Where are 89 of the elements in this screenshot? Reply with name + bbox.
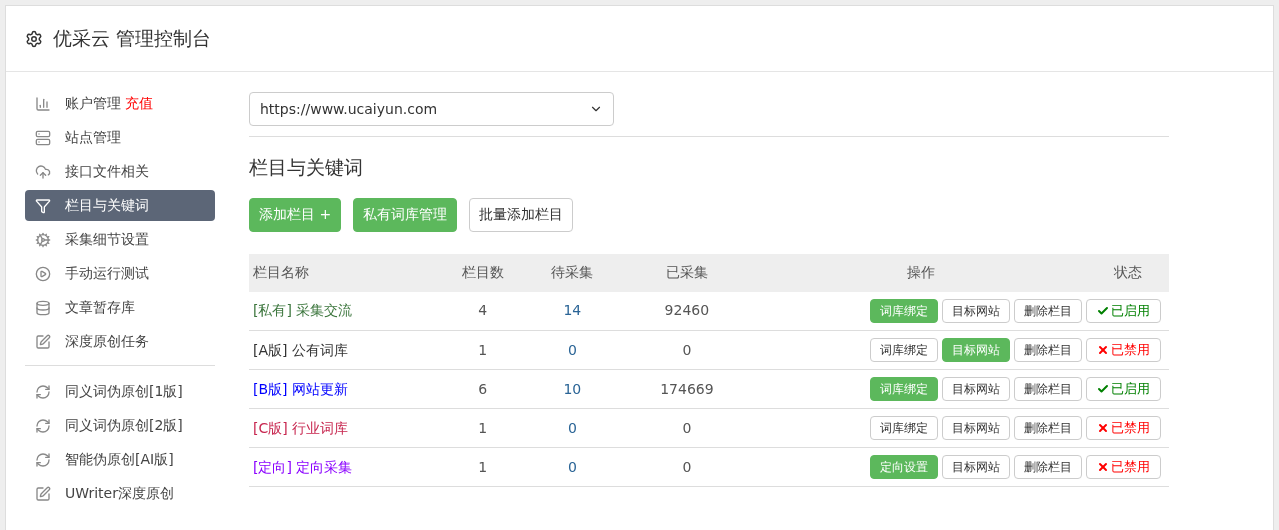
recharge-link[interactable]: 充值 [125, 93, 153, 114]
sidebar-item[interactable]: 智能伪原创[AI版] [25, 444, 215, 475]
table-cell: 1 [478, 419, 488, 436]
action-button[interactable]: 目标网站 [942, 455, 1010, 479]
database-icon [35, 299, 51, 316]
sidebar-label: 账户管理 [65, 94, 121, 113]
page-title: 优采云 管理控制台 [53, 26, 212, 52]
action-button[interactable]: 批量添加栏目 [469, 197, 574, 232]
sidebar-label: 同义词伪原创[2版] [65, 416, 183, 435]
action-button[interactable]: 目标网站 [942, 298, 1010, 323]
column-header: 栏目数 [461, 264, 504, 280]
table-cell: 10 [563, 380, 582, 397]
row-name: [私有] 采集交流 [253, 302, 353, 319]
row-name: [B版] 网站更新 [253, 380, 348, 397]
sidebar-item[interactable]: 采集细节设置 [25, 224, 215, 255]
sidebar-label: 栏目与关键词 [65, 196, 149, 215]
sidebar-label: 采集细节设置 [65, 230, 149, 249]
section-title: 栏目与关键词 [249, 155, 364, 180]
action-button[interactable]: 删除栏目 [1014, 298, 1082, 323]
edit-icon [35, 333, 51, 350]
sidebar-label: UWriter深度原创 [65, 484, 174, 503]
sidebar-item[interactable]: 接口文件相关 [25, 156, 215, 187]
sidebar-label: 文章暂存库 [65, 298, 135, 317]
filter-icon [35, 197, 51, 214]
status-button[interactable]: 已禁用 [1086, 416, 1161, 440]
sidebar-item[interactable]: 同义词伪原创[1版] [25, 376, 215, 407]
status-button[interactable]: 已禁用 [1086, 338, 1161, 362]
action-button[interactable]: 删除栏目 [1014, 416, 1082, 440]
sidebar-item[interactable]: 文章暂存库 [25, 292, 215, 323]
x-icon [1097, 461, 1109, 473]
sidebar-item[interactable]: 账户管理 充值 [25, 88, 215, 119]
bar-chart-icon [35, 95, 51, 112]
refresh-icon [35, 383, 51, 400]
action-button[interactable]: 词库绑定 [870, 338, 938, 362]
column-header: 待采集 [551, 264, 594, 280]
table-cell: 1 [478, 341, 488, 358]
table-cell: 14 [563, 302, 582, 319]
refresh-icon [35, 417, 51, 434]
column-header: 操作 [907, 264, 936, 280]
status-button[interactable]: 已禁用 [1086, 455, 1161, 479]
sidebar-label: 站点管理 [65, 128, 121, 147]
edit-icon [35, 485, 51, 502]
cloud-upload-icon [35, 163, 51, 180]
action-button[interactable]: 词库绑定 [870, 416, 938, 440]
table-cell: 0 [567, 458, 577, 475]
server-icon [35, 129, 51, 146]
sidebar-item[interactable]: 手动运行测试 [25, 258, 215, 289]
table-cell: 92460 [664, 302, 710, 319]
status-button[interactable]: 已启用 [1086, 377, 1161, 401]
action-button[interactable]: 删除栏目 [1014, 338, 1082, 362]
table-cell: 1 [478, 458, 488, 475]
sidebar-label: 手动运行测试 [65, 264, 149, 283]
sidebar-label: 接口文件相关 [65, 162, 149, 181]
sidebar-label: 同义词伪原创[1版] [65, 382, 183, 401]
action-button[interactable]: 目标网站 [942, 416, 1010, 440]
table-cell: 6 [478, 380, 488, 397]
action-button[interactable]: 删除栏目 [1014, 377, 1082, 401]
sidebar-label: 智能伪原创[AI版] [65, 450, 174, 469]
row-name: [定向] 定向采集 [253, 458, 353, 475]
table-cell: 0 [682, 458, 692, 475]
site-select[interactable]: https://www.ucaiyun.com [249, 92, 614, 126]
sidebar-item[interactable]: 深度原创任务 [25, 326, 215, 357]
check-icon [1097, 304, 1109, 317]
status-button[interactable]: 已启用 [1086, 298, 1161, 323]
table-cell: 4 [478, 302, 488, 319]
gear-icon [35, 231, 51, 248]
row-name: [A版] 公有词库 [253, 341, 348, 358]
sidebar-item[interactable]: 栏目与关键词 [25, 190, 215, 221]
action-button[interactable]: 目标网站 [942, 377, 1010, 401]
column-header: 栏目名称 [253, 264, 309, 280]
sidebar-item[interactable]: 同义词伪原创[2版] [25, 410, 215, 441]
row-name: [C版] 行业词库 [253, 419, 349, 436]
sidebar-item[interactable]: UWriter深度原创 [25, 478, 215, 509]
table-cell: 0 [682, 419, 692, 436]
table-cell: 174669 [660, 380, 714, 397]
column-header: 状态 [1113, 264, 1142, 280]
check-icon [1097, 383, 1109, 395]
play-icon [35, 265, 51, 282]
table-cell: 0 [682, 341, 692, 358]
refresh-icon [35, 451, 51, 468]
column-header: 已采集 [665, 264, 708, 280]
table-cell: 0 [567, 419, 577, 436]
x-icon [1097, 422, 1109, 434]
settings-icon [25, 29, 43, 48]
x-icon [1097, 344, 1109, 356]
table-cell: 0 [567, 341, 577, 358]
sidebar-item[interactable]: 站点管理 [25, 122, 215, 153]
sidebar-label: 深度原创任务 [65, 332, 149, 351]
action-button[interactable]: 删除栏目 [1014, 455, 1082, 479]
